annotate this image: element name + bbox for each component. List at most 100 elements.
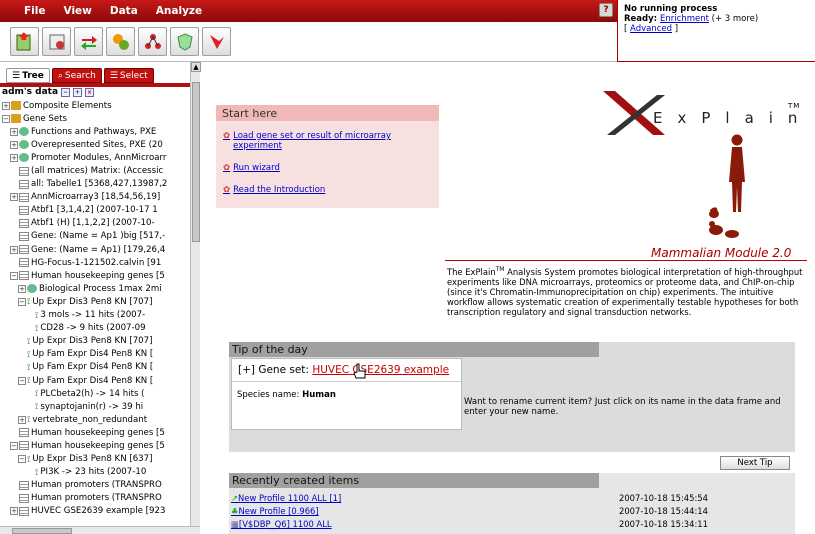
expand-node-icon[interactable]: +: [10, 507, 18, 516]
recent-item[interactable]: ↗New Profile 1100 ALL [1] 2007-10-18 15:…: [229, 493, 795, 505]
tree-node[interactable]: + AnnMicroarray3 [18,54,56,19]: [0, 191, 190, 204]
hscroll-thumb[interactable]: [12, 528, 72, 534]
expand-node-icon[interactable]: +: [2, 101, 10, 110]
tree-node[interactable]: Human promoters (TRANSPRO: [0, 479, 190, 492]
tree-node[interactable]: Gene: (Name = Ap1 )big [517,-: [0, 230, 190, 243]
expand-node-icon[interactable]: +: [10, 127, 18, 136]
tab-tree[interactable]: ☰ Tree: [6, 68, 50, 83]
menu-view[interactable]: View: [64, 5, 92, 17]
menu-file[interactable]: File: [24, 5, 46, 17]
tree-node[interactable]: all: Tabelle1 [5368,427,13987,2: [0, 178, 190, 191]
tree-node-label: HUVEC GSE2639 example [923: [31, 506, 166, 517]
tree-node[interactable]: Atbf1 (H) [1,1,2,2] (2007-10-: [0, 217, 190, 230]
ready-enrichment-link[interactable]: Enrichment: [660, 14, 709, 24]
tree-node[interactable]: Human promoters (TRANSPRO: [0, 492, 190, 505]
recent-item-name[interactable]: ▦[V$DBP_Q6] 1100 ALL: [231, 519, 332, 529]
table-icon: [19, 441, 29, 451]
scroll-up-icon[interactable]: ▲: [191, 62, 201, 72]
expand-node-icon[interactable]: +: [18, 415, 26, 424]
tree-node[interactable]: ⟟ PLCbeta2(h) -> 14 hits (: [0, 387, 190, 400]
collapse-node-icon[interactable]: −: [18, 376, 26, 385]
tree-node[interactable]: ⟟ 3 mols -> 11 hits (2007-: [0, 309, 190, 322]
tree-node[interactable]: − Gene Sets: [0, 112, 190, 125]
tree-node[interactable]: (all matrices) Matrix: (Accessic: [0, 164, 190, 177]
puzzle-icon[interactable]: [106, 27, 135, 56]
expand-node-icon[interactable]: +: [10, 153, 18, 162]
run-wizard-link[interactable]: ✿ Run wizard: [216, 163, 439, 173]
recent-item-name[interactable]: ♣New Profile [0.966]: [231, 506, 319, 516]
shield-icon[interactable]: [170, 27, 199, 56]
collapse-icon[interactable]: −: [61, 87, 71, 97]
tree-node[interactable]: + ⟟ vertebrate_non_redundant: [0, 413, 190, 426]
tree-node[interactable]: − ⟟ Up Expr Dis3 Pen8 KN [637]: [0, 453, 190, 466]
tree-node[interactable]: + Composite Elements: [0, 99, 190, 112]
tree-node[interactable]: + Gene: (Name = Ap1) [179,26,4: [0, 243, 190, 256]
tree-node[interactable]: + Promoter Modules, AnnMicroarr: [0, 151, 190, 164]
load-gene-set-link[interactable]: ✿ Load gene set or result of microarray e…: [216, 131, 439, 151]
left-tabs: ☰ Tree ⌕ Search ☰ Select: [6, 68, 154, 83]
menu-analyze[interactable]: Analyze: [156, 5, 202, 17]
menu-data[interactable]: Data: [110, 5, 138, 17]
recent-item-name[interactable]: ↗New Profile 1100 ALL [1]: [231, 493, 341, 503]
expand-node-icon[interactable]: +: [18, 284, 26, 293]
advanced-link[interactable]: Advanced: [630, 24, 672, 34]
database-icon[interactable]: [42, 27, 71, 56]
tree-node-label: Up Expr Dis3 Pen8 KN [637]: [32, 454, 153, 465]
table-icon: [19, 493, 29, 503]
status-ready-label: Ready:: [624, 14, 661, 24]
import-icon[interactable]: [10, 27, 39, 56]
tree-node[interactable]: + HUVEC GSE2639 example [923: [0, 505, 190, 518]
tree-node[interactable]: + Overepresented Sites, PXE (20: [0, 138, 190, 151]
tree-node[interactable]: + Functions and Pathways, PXE: [0, 125, 190, 138]
tree-node[interactable]: ⟟ Up Expr Dis3 Pen8 KN [707]: [0, 335, 190, 348]
tree-node[interactable]: ⟟ synaptojanin(r) -> 39 hi: [0, 400, 190, 413]
collapse-node-icon[interactable]: −: [18, 297, 26, 306]
expand-node-icon[interactable]: +: [10, 245, 18, 254]
help-icon[interactable]: ?: [599, 3, 613, 17]
gene-set-link[interactable]: HUVEC GSE2639 example: [312, 364, 449, 376]
funnel-icon[interactable]: [202, 27, 231, 56]
tree-root: adm's data − + ×: [2, 87, 95, 97]
expand-icon[interactable]: +: [73, 87, 83, 97]
tab-select[interactable]: ☰ Select: [103, 68, 154, 83]
tree-node[interactable]: − ⟟ Up Fam Expr Dis4 Pen8 KN [: [0, 374, 190, 387]
tab-search[interactable]: ⌕ Search: [51, 68, 102, 83]
species-label: Species name:: [237, 390, 303, 400]
tree-root-label: adm's data: [2, 87, 59, 97]
left-panel: ☰ Tree ⌕ Search ☰ Select adm's data − + × +…: [0, 62, 201, 534]
tree-node[interactable]: Atbf1 [3,1,4,2] (2007-10-17 1: [0, 204, 190, 217]
recent-item[interactable]: ♣New Profile [0.966] 2007-10-18 15:44:14: [229, 506, 795, 518]
tree-vertical-scrollbar[interactable]: ▲: [190, 62, 201, 526]
tree-node[interactable]: − Human housekeeping genes [5: [0, 439, 190, 452]
tree-node[interactable]: ⟟ Up Fam Expr Dis4 Pen8 KN [: [0, 361, 190, 374]
remove-icon[interactable]: ×: [85, 87, 95, 97]
collapse-node-icon[interactable]: −: [10, 271, 18, 280]
collapse-node-icon[interactable]: −: [2, 114, 10, 123]
tree-node[interactable]: ⟟ CD28 -> 9 hits (2007-09: [0, 322, 190, 335]
tree-node[interactable]: ⟟ Up Fam Expr Dis4 Pen8 KN [: [0, 348, 190, 361]
tree-node[interactable]: Human housekeeping genes [5: [0, 426, 190, 439]
arrows-icon[interactable]: [74, 27, 103, 56]
tree-node[interactable]: + Biological Process 1max 2mi: [0, 282, 190, 295]
collapse-node-icon[interactable]: −: [10, 441, 18, 450]
recent-item[interactable]: ▦[V$DBP_Q6] 1100 ALL 2007-10-18 15:34:11: [229, 519, 795, 531]
tree-node[interactable]: − Human housekeeping genes [5: [0, 269, 190, 282]
load-gene-set-label: Load gene set or result of microarray ex…: [233, 131, 392, 151]
network-icon[interactable]: [138, 27, 167, 56]
select-tab-icon: ☰: [109, 70, 118, 81]
collapse-node-icon[interactable]: −: [18, 455, 26, 464]
read-introduction-link[interactable]: ✿ Read the Introduction: [216, 185, 439, 195]
bullet-icon: ✿: [223, 185, 231, 195]
tree-horizontal-scrollbar[interactable]: [0, 526, 200, 534]
tree-node-label: Human promoters (TRANSPRO: [31, 493, 162, 504]
tree-node[interactable]: HG-Focus-1-121502.calvin [91: [0, 256, 190, 269]
tree-node-label: Up Fam Expr Dis4 Pen8 KN [: [32, 349, 154, 360]
tree-node[interactable]: ⟟ PI3K -> 23 hits (2007-10: [0, 466, 190, 479]
search-icon: ⌕: [57, 70, 63, 81]
tree-node[interactable]: − ⟟ Up Expr Dis3 Pen8 KN [707]: [0, 295, 190, 308]
expand-node-icon[interactable]: +: [10, 140, 18, 149]
scroll-thumb[interactable]: [192, 82, 200, 242]
expand-node-icon[interactable]: +: [10, 193, 18, 202]
next-tip-button[interactable]: Next Tip: [720, 456, 790, 470]
logo-text: ExPlain: [653, 109, 813, 127]
